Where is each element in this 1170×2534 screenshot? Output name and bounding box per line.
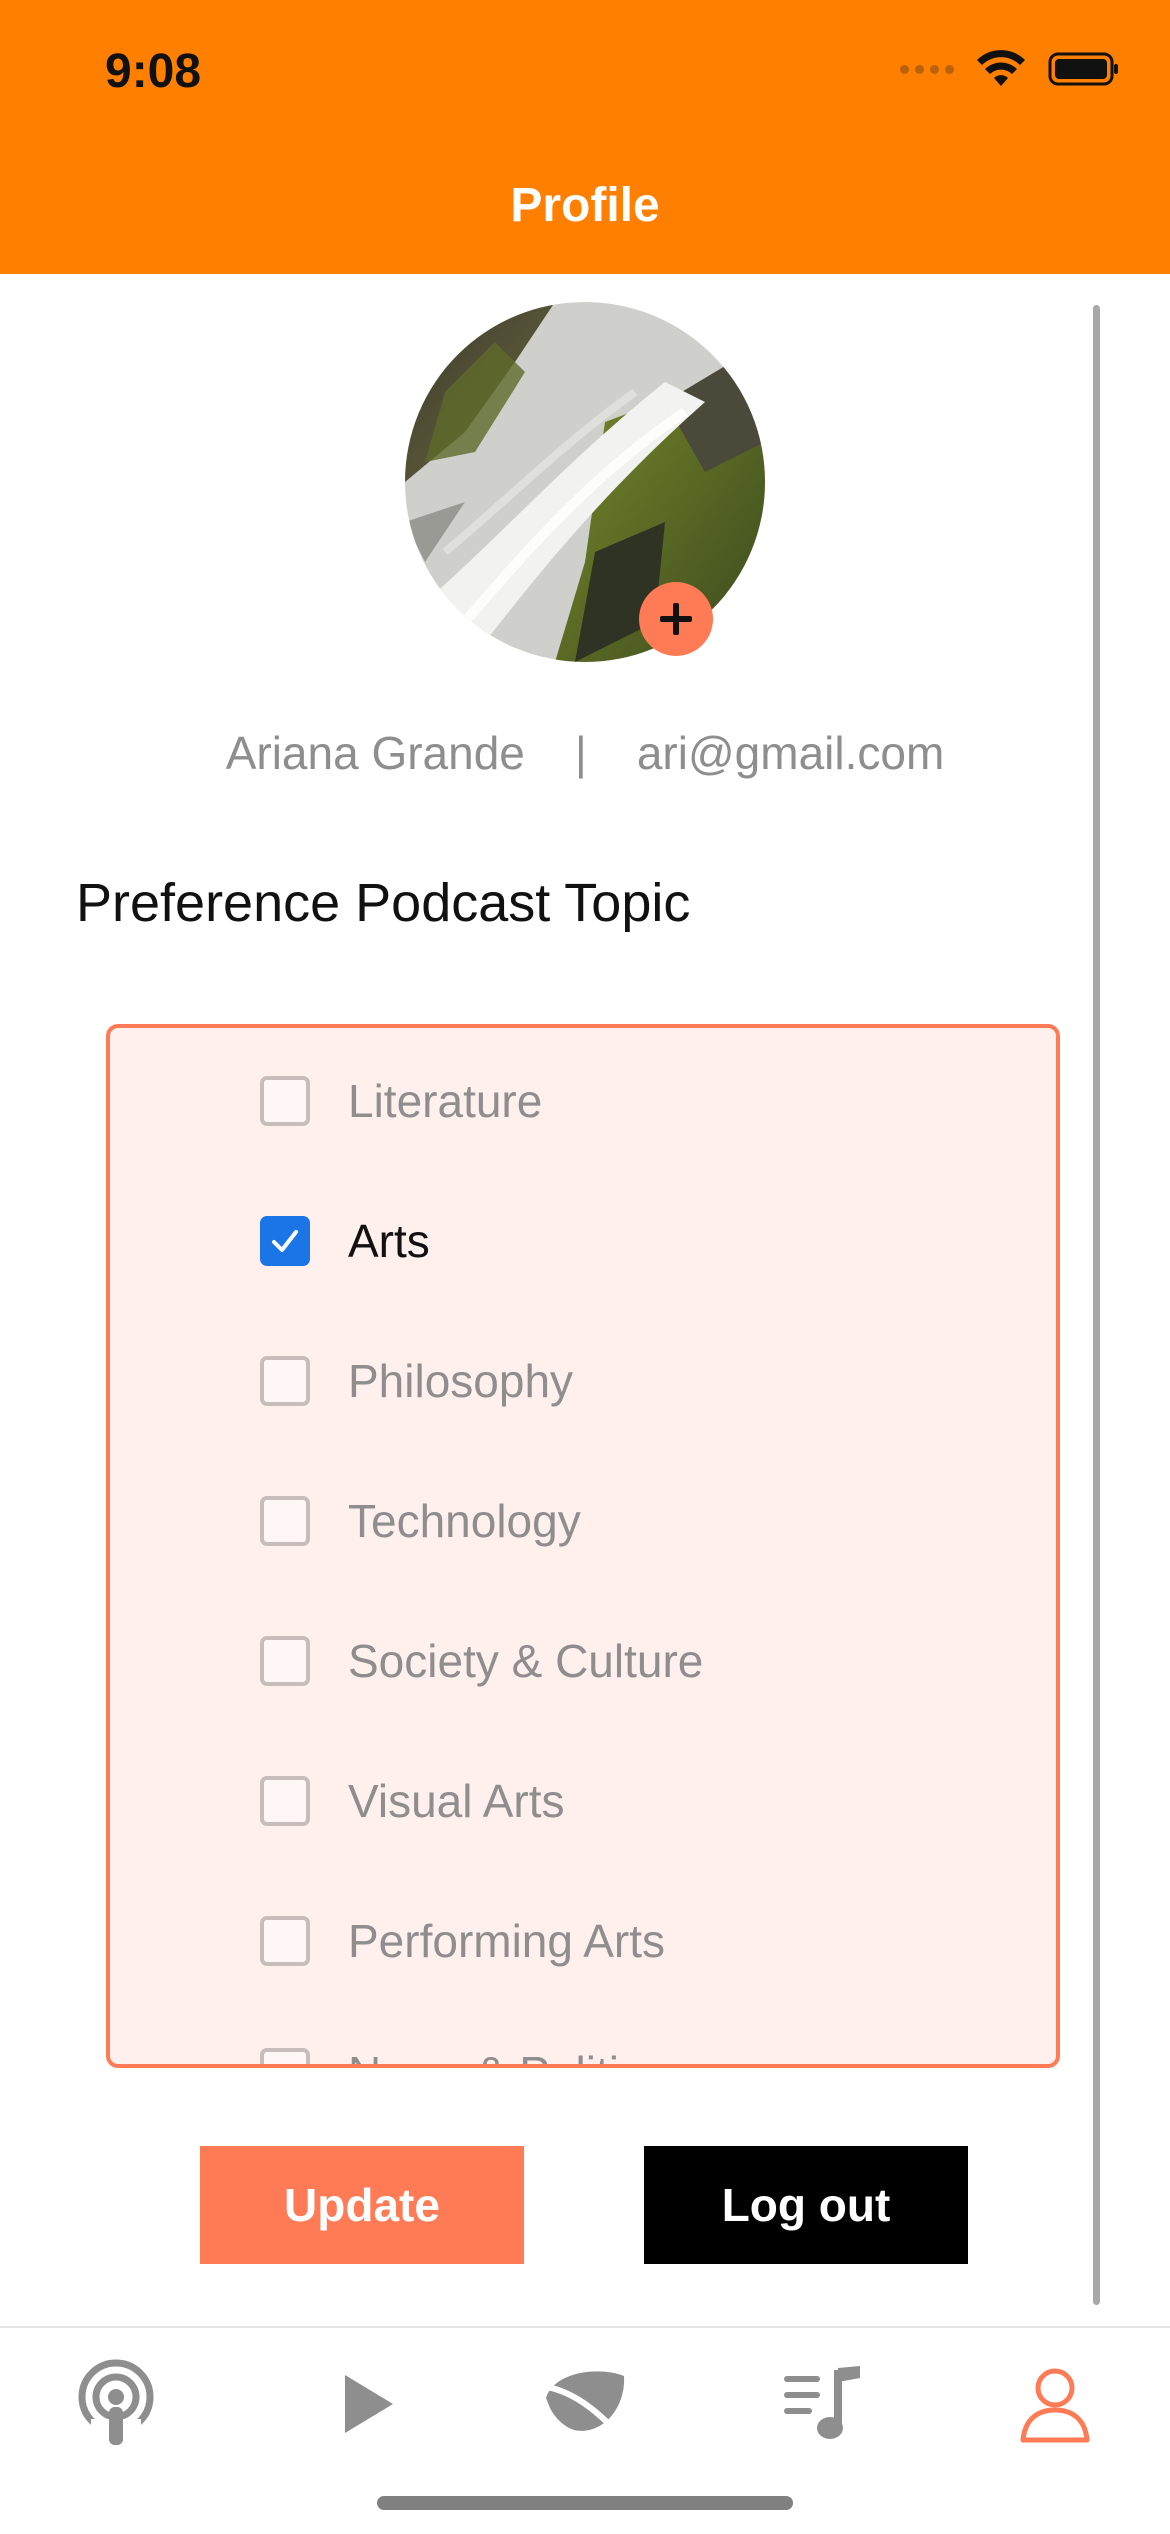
tab-discover[interactable] xyxy=(535,2354,635,2454)
status-time: 9:08 xyxy=(105,45,202,98)
checkbox[interactable] xyxy=(260,1916,310,1966)
topic-item-news-politics[interactable]: News & Politics xyxy=(260,2038,665,2064)
topic-label: Society & Culture xyxy=(348,1635,704,1687)
battery-icon xyxy=(1048,52,1118,86)
checkbox[interactable] xyxy=(260,1356,310,1406)
topic-item-society-culture[interactable]: Society & Culture xyxy=(260,1626,703,1696)
logout-button[interactable]: Log out xyxy=(644,2146,968,2264)
home-indicator[interactable] xyxy=(377,2496,793,2510)
topic-item-literature[interactable]: Literature xyxy=(260,1066,542,1136)
checkmark-icon xyxy=(272,1230,298,1252)
update-button[interactable]: Update xyxy=(200,2146,524,2264)
checkbox[interactable] xyxy=(260,2048,310,2064)
wifi-icon xyxy=(977,50,1025,86)
play-icon xyxy=(345,2375,393,2433)
topic-label: Technology xyxy=(348,1495,581,1547)
topic-item-performing-arts[interactable]: Performing Arts xyxy=(260,1906,665,1976)
topic-label: News & Politics xyxy=(348,2046,665,2064)
playlist-icon xyxy=(784,2366,860,2439)
user-email: ari@gmail.com xyxy=(636,727,945,779)
topic-item-technology[interactable]: Technology xyxy=(260,1486,581,1556)
status-icons xyxy=(900,50,1120,88)
topic-item-arts[interactable]: Arts xyxy=(260,1206,430,1276)
checkbox[interactable] xyxy=(260,1076,310,1126)
topic-label: Arts xyxy=(348,1215,430,1267)
topic-label: Performing Arts xyxy=(348,1915,665,1967)
plus-icon xyxy=(660,603,692,635)
topic-item-philosophy[interactable]: Philosophy xyxy=(260,1346,573,1416)
tab-profile[interactable] xyxy=(1005,2354,1105,2454)
profile-icon xyxy=(1020,2368,1090,2443)
podcast-icon xyxy=(78,2359,154,2445)
header-bar: 9:08 Profile xyxy=(0,0,1170,274)
checkbox-checked[interactable] xyxy=(260,1216,310,1266)
add-photo-button[interactable] xyxy=(639,582,713,656)
tab-podcasts[interactable] xyxy=(66,2354,166,2454)
user-identity: Ariana Grande | ari@gmail.com xyxy=(0,726,1170,780)
leaf-icon xyxy=(541,2371,627,2442)
avatar-section xyxy=(405,302,765,662)
identity-separator: | xyxy=(574,727,587,779)
scroll-indicator[interactable] xyxy=(1093,305,1100,2305)
tab-bar xyxy=(0,2326,1170,2534)
checkbox[interactable] xyxy=(260,1776,310,1826)
topic-label: Visual Arts xyxy=(348,1775,565,1827)
user-name: Ariana Grande xyxy=(225,727,525,779)
topic-label: Philosophy xyxy=(348,1355,574,1407)
signal-icon xyxy=(900,64,954,74)
preferences-title: Preference Podcast Topic xyxy=(76,873,691,933)
tab-player[interactable] xyxy=(316,2354,416,2454)
checkbox[interactable] xyxy=(260,1636,310,1686)
topic-item-visual-arts[interactable]: Visual Arts xyxy=(260,1766,564,1836)
topic-label: Literature xyxy=(348,1075,543,1127)
tab-playlist[interactable] xyxy=(775,2354,875,2454)
topic-list[interactable]: Literature Arts Philosophy Technology So… xyxy=(106,1024,1060,2068)
checkbox[interactable] xyxy=(260,1496,310,1546)
page-title: Profile xyxy=(510,179,660,232)
